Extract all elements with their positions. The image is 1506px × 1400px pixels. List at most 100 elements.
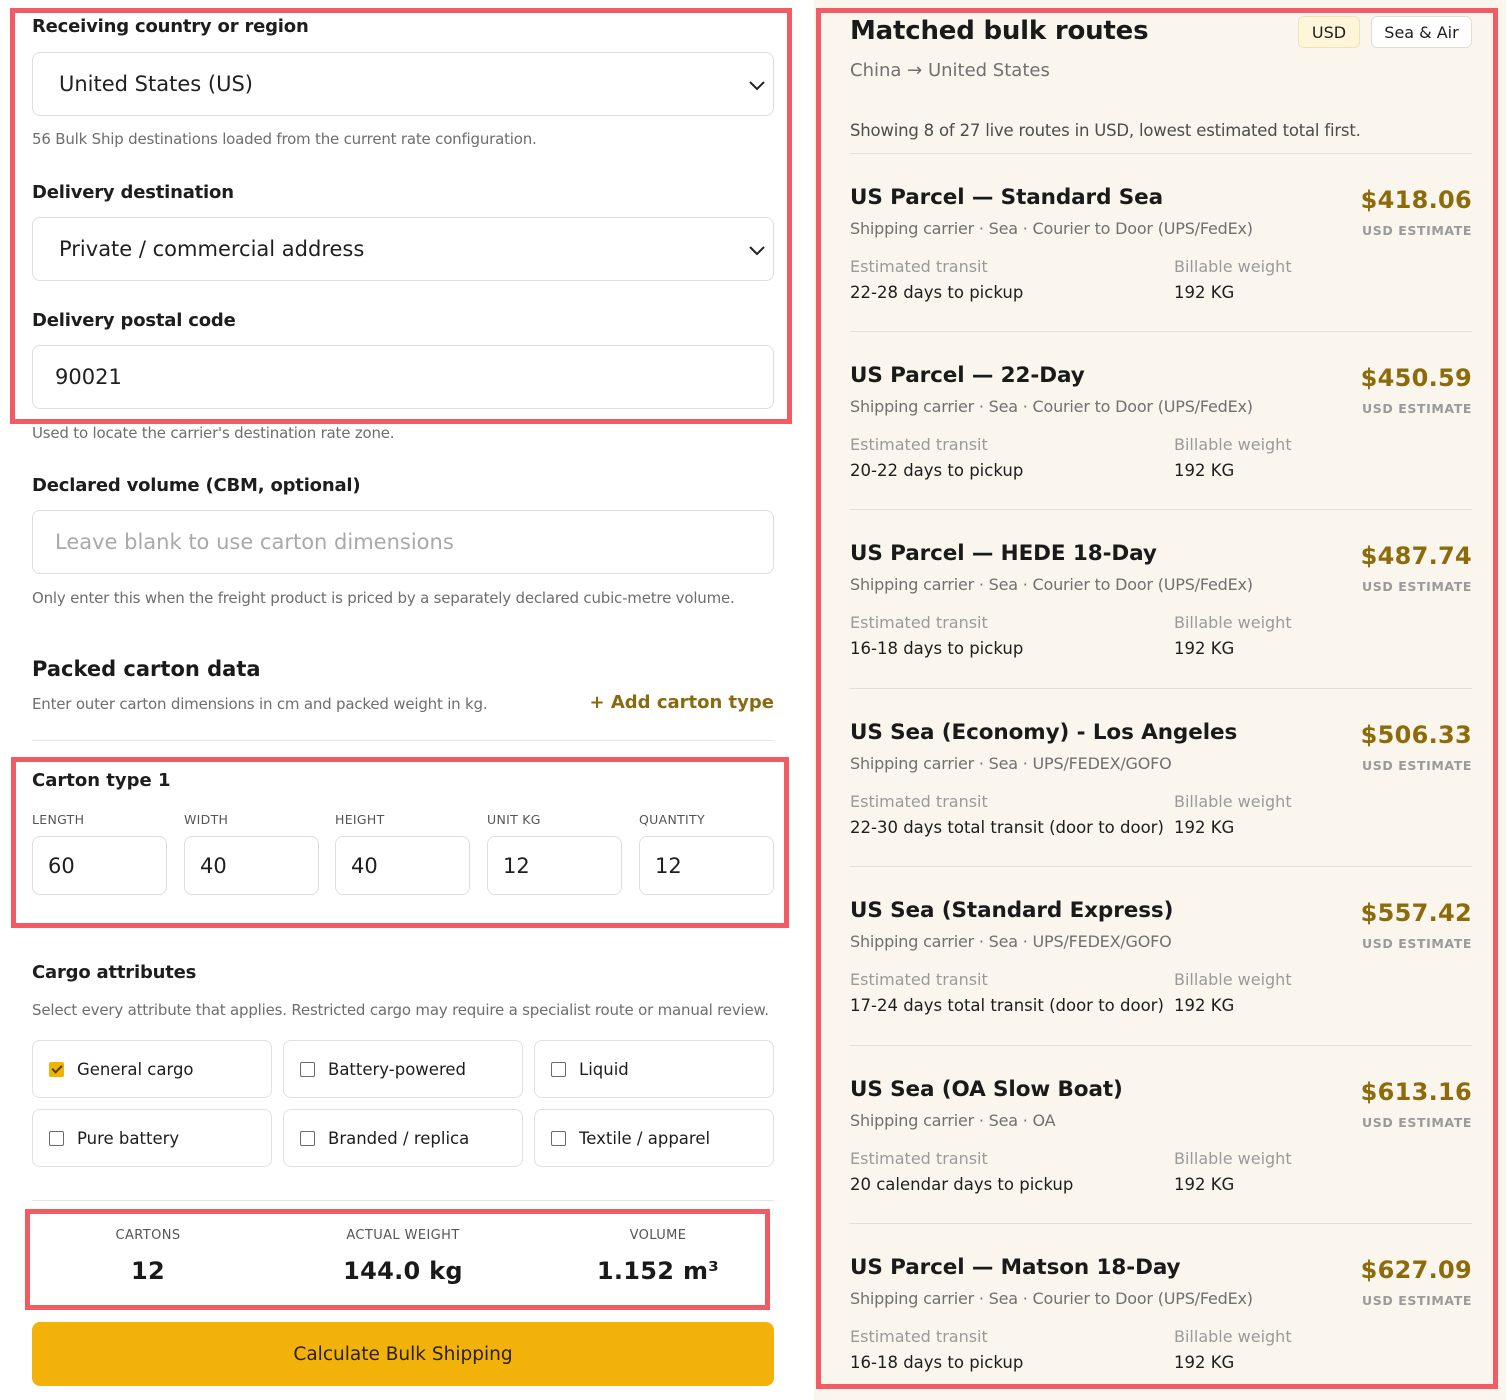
carton-type-title: Carton type 1	[32, 770, 171, 791]
transit-label: Estimated transit	[850, 257, 988, 276]
cargo-option-general[interactable]: General cargo	[32, 1040, 272, 1098]
billable-weight-value: 192 KG	[1174, 1353, 1235, 1372]
length-input[interactable]: 60	[32, 836, 167, 895]
cargo-option-branded[interactable]: Branded / replica	[283, 1109, 523, 1167]
checkbox-icon[interactable]	[300, 1061, 315, 1077]
route-name: US Parcel — 22-Day	[850, 363, 1085, 388]
volume-stat: VOLUME 1.152 m³	[543, 1228, 773, 1285]
cargo-option-battery-powered[interactable]: Battery-powered	[283, 1040, 523, 1098]
carton-section-title: Packed carton data	[32, 657, 261, 681]
chevron-down-icon	[749, 246, 765, 256]
route-name: US Parcel — Standard Sea	[850, 185, 1164, 210]
route-price: $557.42	[1360, 899, 1472, 927]
transit-value: 17-24 days total transit (door to door)	[850, 996, 1164, 1015]
width-value: 40	[200, 853, 227, 878]
transit-label: Estimated transit	[850, 1327, 988, 1346]
route-estimate-label: USD ESTIMATE	[1361, 223, 1472, 238]
divider	[850, 1223, 1472, 1224]
divider	[850, 331, 1472, 332]
volume-help: Only enter this when the freight product…	[32, 589, 735, 607]
route-card[interactable]: US Sea (Economy) - Los Angeles Shipping …	[850, 720, 1472, 898]
country-select-value: United States (US)	[59, 72, 253, 96]
route-carrier: Shipping carrier · Sea · Courier to Door…	[850, 575, 1253, 594]
bulk-shipping-page: Receiving country or region United State…	[0, 0, 1506, 1400]
cargo-help: Select every attribute that applies. Res…	[32, 1001, 769, 1019]
cartons-stat-value: 12	[131, 1257, 165, 1285]
add-carton-type-link[interactable]: + Add carton type	[590, 692, 775, 713]
divider	[850, 866, 1472, 867]
route-estimate-label: USD ESTIMATE	[1361, 401, 1472, 416]
cargo-option-pure-battery[interactable]: Pure battery	[32, 1109, 272, 1167]
actual-weight-label: ACTUAL WEIGHT	[346, 1228, 460, 1243]
billable-weight-value: 192 KG	[1174, 639, 1235, 658]
billable-weight-label: Billable weight	[1174, 1149, 1292, 1168]
billable-weight-value: 192 KG	[1174, 996, 1235, 1015]
billable-weight-label: Billable weight	[1174, 257, 1292, 276]
cargo-option-textile[interactable]: Textile / apparel	[534, 1109, 774, 1167]
results-panel: Matched bulk routes China → United State…	[814, 0, 1506, 1400]
route-card[interactable]: US Parcel — Matson 18-Day Shipping carri…	[850, 1255, 1472, 1400]
cargo-title: Cargo attributes	[32, 962, 197, 983]
billable-weight-label: Billable weight	[1174, 613, 1292, 632]
quantity-input[interactable]: 12	[639, 836, 774, 895]
postal-code-input[interactable]: 90021	[32, 345, 774, 409]
width-input[interactable]: 40	[184, 836, 319, 895]
height-value: 40	[351, 853, 378, 878]
length-label: LENGTH	[32, 812, 85, 827]
actual-weight-stat: ACTUAL WEIGHT 144.0 kg	[288, 1228, 518, 1285]
checkbox-icon[interactable]	[551, 1061, 566, 1077]
billable-weight-value: 192 KG	[1174, 283, 1235, 302]
transit-label: Estimated transit	[850, 1149, 988, 1168]
transit-label: Estimated transit	[850, 613, 988, 632]
route-card[interactable]: US Parcel — HEDE 18-Day Shipping carrier…	[850, 541, 1472, 719]
length-value: 60	[48, 853, 75, 878]
checkbox-checked-icon[interactable]	[49, 1061, 64, 1077]
transit-value: 16-18 days to pickup	[850, 639, 1024, 658]
transit-label: Estimated transit	[850, 792, 988, 811]
unit-kg-value: 12	[503, 853, 530, 878]
cargo-option-label: Liquid	[579, 1059, 629, 1079]
divider	[32, 740, 774, 741]
route-carrier: Shipping carrier · Sea · Courier to Door…	[850, 219, 1253, 238]
chevron-down-icon	[749, 81, 765, 91]
billable-weight-value: 192 KG	[1174, 461, 1235, 480]
country-select[interactable]: United States (US)	[32, 52, 774, 116]
cargo-option-liquid[interactable]: Liquid	[534, 1040, 774, 1098]
checkbox-icon[interactable]	[551, 1130, 566, 1146]
checkbox-icon[interactable]	[300, 1130, 315, 1146]
quantity-label: QUANTITY	[639, 812, 705, 827]
billable-weight-label: Billable weight	[1174, 435, 1292, 454]
transit-label: Estimated transit	[850, 435, 988, 454]
currency-pill[interactable]: USD	[1298, 16, 1360, 48]
route-name: US Sea (Economy) - Los Angeles	[850, 720, 1238, 745]
height-label: HEIGHT	[335, 812, 385, 827]
route-name: US Sea (OA Slow Boat)	[850, 1077, 1123, 1102]
declared-volume-input[interactable]: Leave blank to use carton dimensions	[32, 510, 774, 574]
transit-value: 22-28 days to pickup	[850, 283, 1024, 302]
quantity-value: 12	[655, 853, 682, 878]
postal-help: Used to locate the carrier's destination…	[32, 424, 395, 442]
route-card[interactable]: US Parcel — Standard Sea Shipping carrie…	[850, 185, 1472, 363]
mode-pill[interactable]: Sea & Air	[1371, 16, 1472, 48]
shipping-form: Receiving country or region United State…	[0, 0, 810, 1400]
route-card[interactable]: US Sea (OA Slow Boat) Shipping carrier ·…	[850, 1077, 1472, 1255]
divider	[850, 688, 1472, 689]
route-card[interactable]: US Parcel — 22-Day Shipping carrier · Se…	[850, 363, 1472, 541]
unit-kg-input[interactable]: 12	[487, 836, 622, 895]
cargo-option-label: Battery-powered	[328, 1059, 466, 1079]
calculate-bulk-shipping-button[interactable]: Calculate Bulk Shipping	[32, 1322, 774, 1386]
country-help: 56 Bulk Ship destinations loaded from th…	[32, 130, 537, 148]
route-card[interactable]: US Sea (Standard Express) Shipping carri…	[850, 898, 1472, 1076]
destination-select[interactable]: Private / commercial address	[32, 217, 774, 281]
postal-code-value: 90021	[55, 365, 122, 389]
billable-weight-value: 192 KG	[1174, 818, 1235, 837]
height-input[interactable]: 40	[335, 836, 470, 895]
route-estimate-label: USD ESTIMATE	[1361, 936, 1472, 951]
checkbox-icon[interactable]	[49, 1130, 64, 1146]
route-price: $450.59	[1360, 364, 1472, 392]
route-name: US Parcel — Matson 18-Day	[850, 1255, 1181, 1280]
divider	[32, 1200, 774, 1201]
route-carrier: Shipping carrier · Sea · UPS/FEDEX/GOFO	[850, 754, 1172, 773]
route-price: $418.06	[1360, 186, 1472, 214]
billable-weight-label: Billable weight	[1174, 1327, 1292, 1346]
